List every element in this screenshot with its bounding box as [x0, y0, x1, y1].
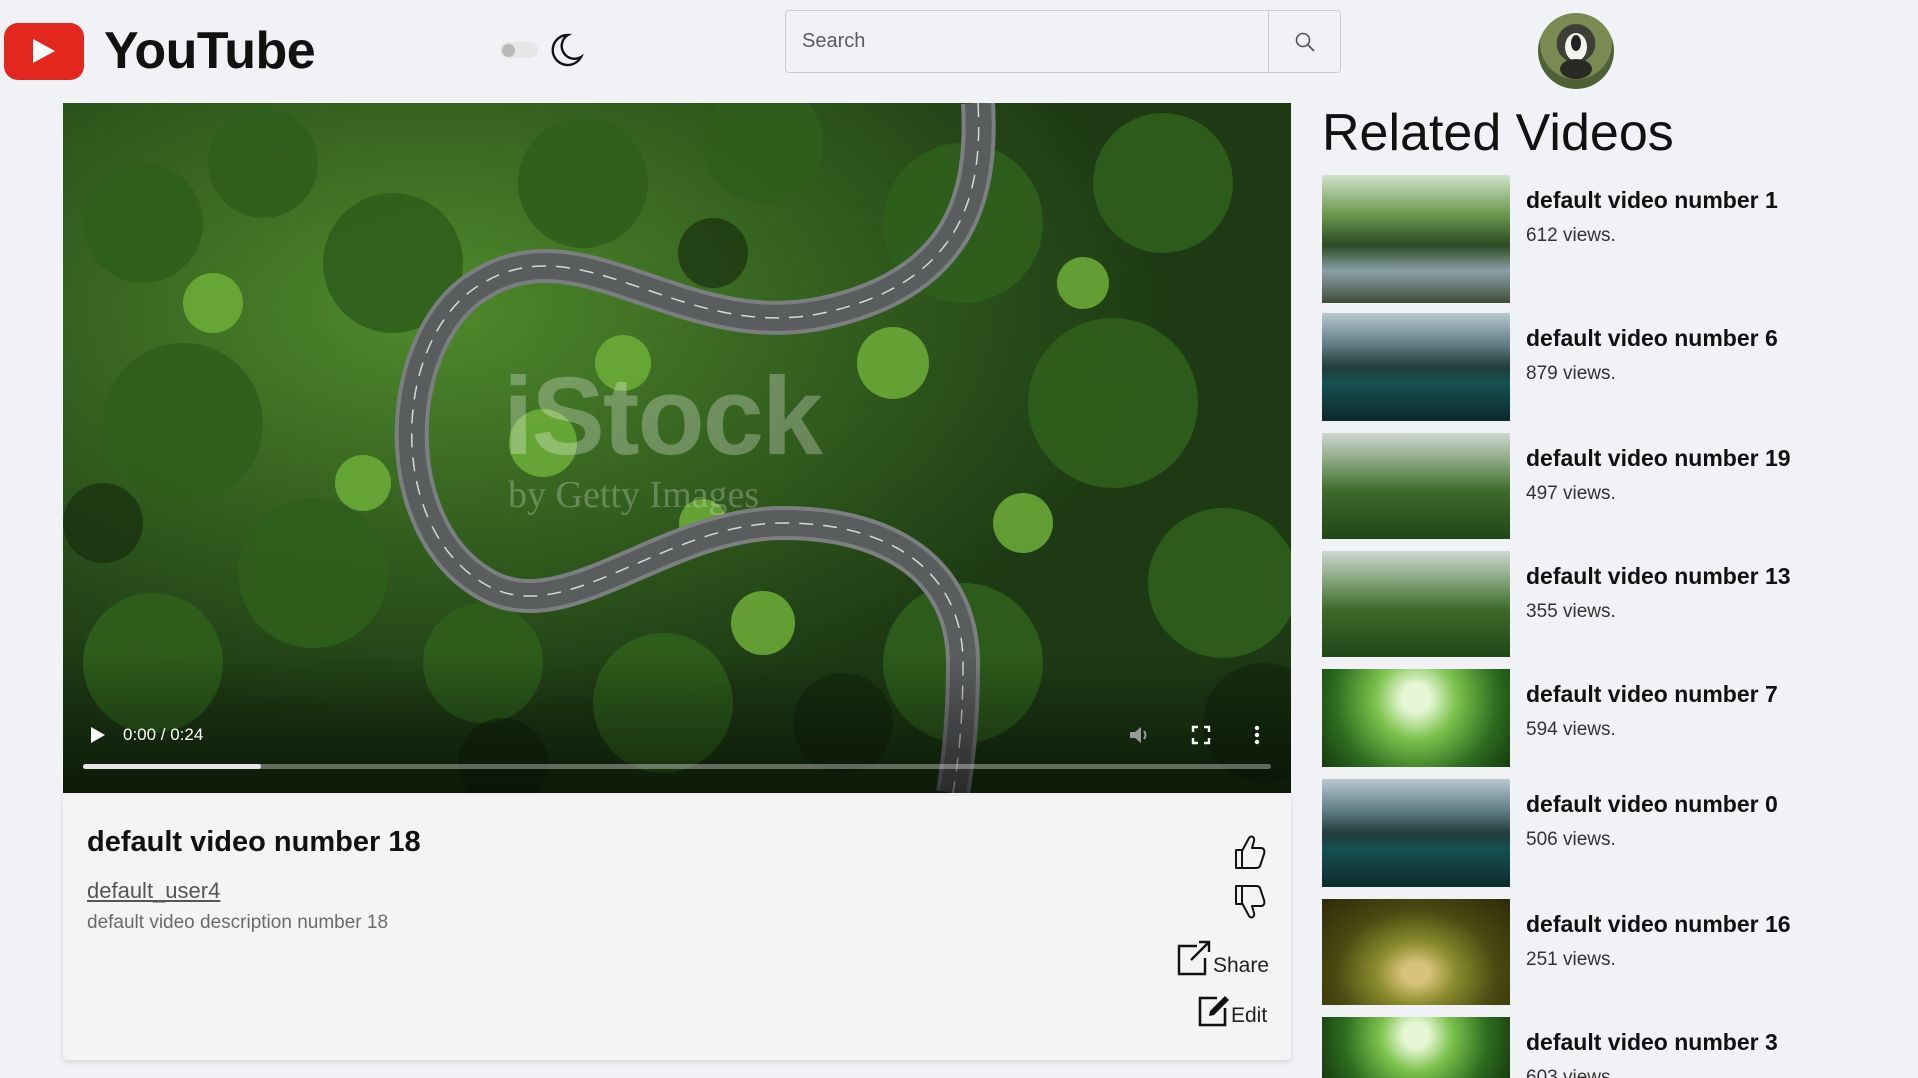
related-video-views: 612 views.: [1526, 225, 1616, 246]
related-video-title[interactable]: default video number 0: [1526, 791, 1778, 818]
related-video-views: 603 views.: [1526, 1067, 1616, 1078]
related-video-item[interactable]: default video number 3 603 views.: [1322, 1017, 1882, 1078]
volume-icon[interactable]: [1127, 723, 1153, 747]
related-videos-heading: Related Videos: [1322, 104, 1674, 162]
video-thumbnail[interactable]: [1322, 779, 1510, 887]
related-video-item[interactable]: default video number 7 594 views.: [1322, 669, 1882, 767]
video-thumbnail[interactable]: [1322, 551, 1510, 657]
thumbs-up-icon[interactable]: [1231, 832, 1267, 872]
logo-text: YouTube: [104, 22, 316, 80]
edit-label: Edit: [1231, 1004, 1268, 1027]
video-description: default video description number 18: [87, 912, 389, 933]
progress-fill: [83, 764, 262, 769]
related-video-views: 594 views.: [1526, 719, 1616, 740]
edit-icon: [1198, 996, 1229, 1027]
video-thumbnail[interactable]: [1322, 899, 1510, 1005]
video-thumbnail[interactable]: [1322, 313, 1510, 421]
watermark-subtext: by Getty Images: [508, 474, 760, 516]
video-thumbnail[interactable]: [1322, 1017, 1510, 1078]
top-header: YouTube: [0, 0, 1918, 100]
share-button[interactable]: Share: [1175, 936, 1269, 978]
video-thumbnail[interactable]: [1322, 669, 1510, 767]
related-video-title[interactable]: default video number 3: [1526, 1029, 1778, 1056]
watermark-text: iStock: [503, 355, 823, 478]
share-label: Share: [1213, 954, 1270, 977]
related-video-item[interactable]: default video number 6 879 views.: [1322, 313, 1882, 421]
video-title: default video number 18: [87, 826, 421, 858]
search-input[interactable]: [786, 11, 1268, 72]
youtube-logo[interactable]: YouTube: [4, 22, 316, 80]
video-thumbnail[interactable]: [1322, 433, 1510, 539]
user-avatar[interactable]: [1538, 13, 1614, 89]
related-video-item[interactable]: default video number 13 355 views.: [1322, 551, 1882, 657]
related-video-title[interactable]: default video number 16: [1526, 911, 1791, 938]
fullscreen-icon[interactable]: [1189, 723, 1213, 747]
related-video-title[interactable]: default video number 6: [1526, 325, 1778, 352]
related-video-title[interactable]: default video number 19: [1526, 445, 1791, 472]
channel-link[interactable]: default_user4: [87, 878, 220, 904]
dark-mode-toggle[interactable]: [500, 42, 538, 58]
play-icon[interactable]: [85, 723, 109, 747]
more-options-icon[interactable]: [1249, 723, 1265, 747]
related-video-item[interactable]: default video number 19 497 views.: [1322, 433, 1882, 539]
related-video-views: 355 views.: [1526, 601, 1616, 622]
related-video-title[interactable]: default video number 7: [1526, 681, 1778, 708]
video-info-card: default video number 18 default_user4 de…: [63, 796, 1291, 1060]
related-video-views: 497 views.: [1526, 483, 1616, 504]
youtube-play-icon: [4, 22, 84, 80]
video-thumbnail[interactable]: [1322, 175, 1510, 303]
related-video-views: 879 views.: [1526, 363, 1616, 384]
search-bar: [785, 10, 1341, 73]
edit-button[interactable]: Edit: [1197, 990, 1267, 1028]
related-video-views: 506 views.: [1526, 829, 1616, 850]
toggle-knob: [502, 44, 515, 57]
video-player[interactable]: iStock by Getty Images 0:00 / 0:24: [63, 103, 1291, 793]
related-video-views: 251 views.: [1526, 949, 1616, 970]
related-video-item[interactable]: default video number 16 251 views.: [1322, 899, 1882, 1005]
search-button[interactable]: [1268, 11, 1340, 72]
moon-icon[interactable]: [546, 30, 586, 70]
search-icon: [1295, 32, 1315, 52]
related-video-item[interactable]: default video number 1 612 views.: [1322, 175, 1882, 303]
share-icon: [1177, 940, 1211, 976]
time-display: 0:00 / 0:24: [123, 725, 204, 744]
controls-overlay: [63, 653, 1291, 793]
related-video-title[interactable]: default video number 1: [1526, 187, 1778, 214]
progress-bar[interactable]: [83, 764, 1271, 769]
related-video-title[interactable]: default video number 13: [1526, 563, 1791, 590]
thumbs-down-icon[interactable]: [1231, 882, 1267, 922]
related-video-item[interactable]: default video number 0 506 views.: [1322, 779, 1882, 887]
